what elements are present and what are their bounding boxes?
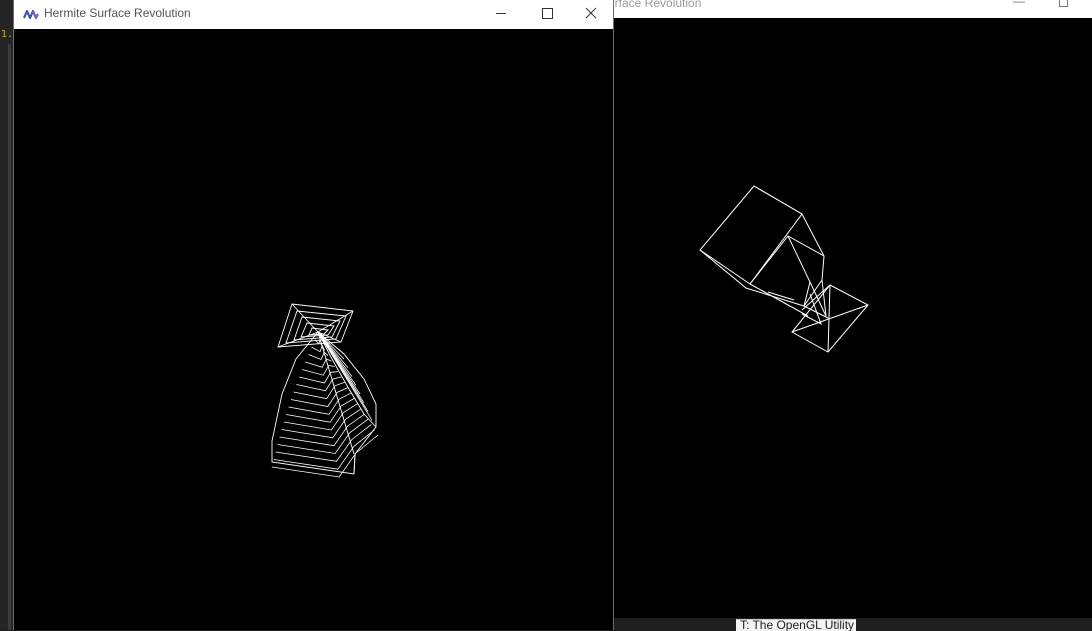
back-window-minimize-button[interactable]: — xyxy=(1010,0,1028,8)
maximize-button[interactable] xyxy=(523,0,569,29)
minimize-icon xyxy=(496,13,506,14)
back-window-gl-canvas[interactable] xyxy=(608,18,1092,618)
wireframe-box-model xyxy=(699,185,869,353)
wireframe-surface-model xyxy=(271,303,379,478)
minimize-button[interactable] xyxy=(478,0,524,29)
back-window-maximize-button[interactable] xyxy=(1055,0,1073,8)
back-window[interactable]: urface Revolution — xyxy=(608,0,1092,618)
main-window-titlebar[interactable]: Hermite Surface Revolution xyxy=(14,0,613,29)
main-window[interactable]: Hermite Surface Revolution xyxy=(13,0,614,630)
app-logo-icon xyxy=(23,9,39,20)
window-title: Hermite Surface Revolution xyxy=(44,6,191,20)
gl-canvas[interactable] xyxy=(14,29,613,630)
editor-scroll-gutter xyxy=(8,44,11,630)
back-window-titlebar[interactable]: urface Revolution — xyxy=(608,0,1092,19)
maximize-icon xyxy=(1059,0,1068,7)
taskbar-tab[interactable]: T: The OpenGL Utility xyxy=(736,619,856,631)
maximize-icon xyxy=(542,8,553,19)
taskbar-tab-label: T: The OpenGL Utility xyxy=(740,619,855,631)
close-icon xyxy=(585,7,597,19)
close-button[interactable] xyxy=(568,0,614,29)
back-window-title: urface Revolution xyxy=(608,0,702,10)
